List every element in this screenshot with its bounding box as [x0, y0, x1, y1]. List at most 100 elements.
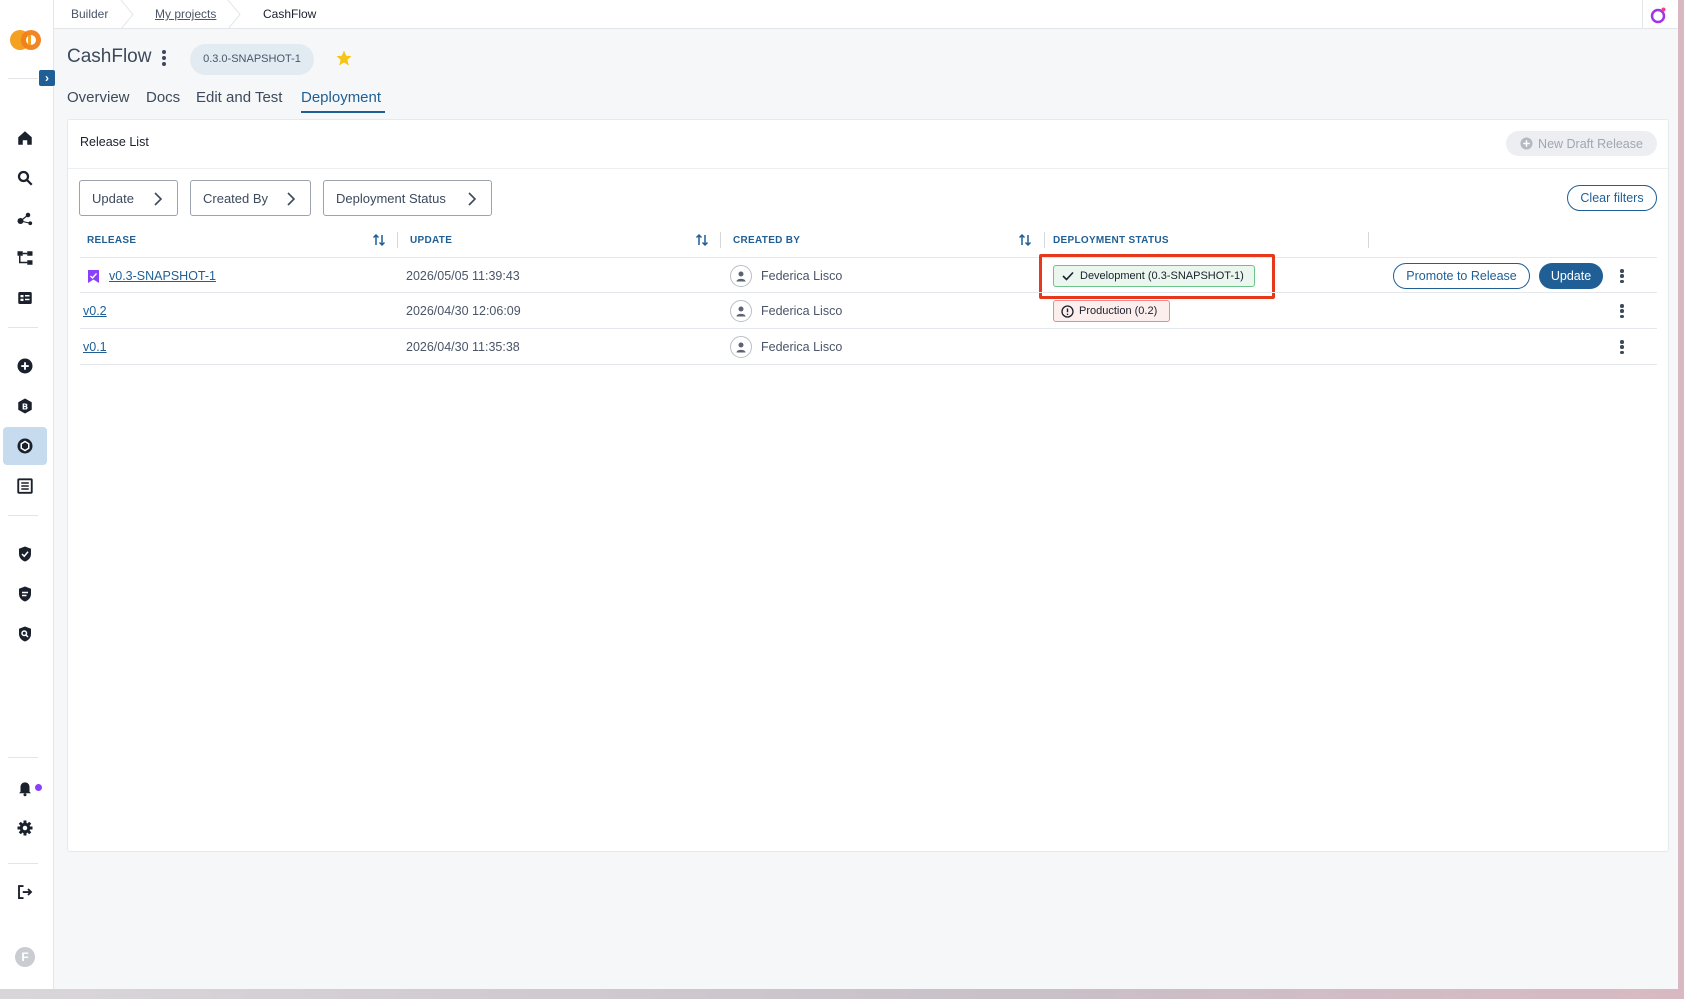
nav-search[interactable] [3, 159, 47, 197]
assistant-button[interactable] [1642, 0, 1672, 29]
update-date: 2026/05/05 11:39:43 [406, 269, 520, 283]
alert-circle-icon [1061, 304, 1074, 318]
user-avatar[interactable]: F [15, 947, 35, 967]
filter-update[interactable]: Update [79, 180, 178, 216]
star-icon[interactable] [335, 49, 353, 67]
column-divider [1368, 232, 1369, 248]
update-date: 2026/04/30 12:06:09 [406, 304, 521, 318]
tab-overview[interactable]: Overview [67, 89, 130, 106]
gear-icon [17, 820, 33, 836]
release-list-card: Release List New Draft Release Update Cr… [67, 119, 1669, 852]
nav-logout[interactable] [3, 873, 47, 911]
sidebar-divider [8, 515, 38, 516]
filter-label: Deployment Status [336, 190, 446, 206]
row-divider [80, 328, 1657, 329]
promote-to-release-button[interactable]: Promote to Release [1393, 263, 1530, 289]
nav-graph[interactable] [3, 199, 47, 237]
release-link[interactable]: v0.1 [83, 340, 107, 354]
card-title: Release List [80, 135, 149, 149]
graph-nodes-icon [17, 212, 33, 226]
b-badge-icon: B [18, 398, 32, 414]
logout-icon [18, 885, 33, 899]
filter-label: Created By [203, 190, 269, 206]
clear-filters-button[interactable]: Clear filters [1567, 185, 1657, 211]
active-tab-indicator [301, 111, 385, 113]
update-button[interactable]: Update [1539, 263, 1603, 289]
shield-check-icon [19, 546, 31, 562]
column-header-created-by[interactable]: CREATED BY [733, 235, 800, 246]
nav-home[interactable] [3, 119, 47, 157]
chevron-right-icon [468, 192, 477, 206]
status-badge-production: Production (0.2) [1053, 300, 1170, 322]
breadcrumb-separator [227, 0, 241, 29]
column-divider [720, 232, 721, 248]
created-by: Federica Lisco [761, 269, 843, 283]
sort-icon[interactable] [1018, 233, 1032, 247]
form-icon [18, 292, 32, 304]
row-menu-icon[interactable] [1620, 304, 1624, 318]
sidebar: › B F [0, 0, 55, 989]
list-icon [17, 478, 33, 494]
version-badge: 0.3.0-SNAPSHOT-1 [190, 44, 314, 75]
draft-bookmark-icon [88, 270, 99, 283]
deploy-hexagon-icon [17, 438, 33, 454]
nav-hierarchy[interactable] [3, 239, 47, 277]
app-window: › B F Builder My projects CashFlow CashF… [0, 0, 1678, 989]
card-divider [68, 168, 1668, 169]
nav-forms[interactable] [3, 279, 47, 317]
svg-text:B: B [22, 401, 28, 411]
user-icon [730, 265, 752, 287]
breadcrumb-builder[interactable]: Builder [71, 0, 108, 29]
new-draft-label: New Draft Release [1538, 136, 1643, 151]
update-date: 2026/04/30 11:35:38 [406, 340, 520, 354]
sidebar-divider [8, 863, 38, 864]
filter-created-by[interactable]: Created By [190, 180, 311, 216]
sidebar-divider [8, 327, 38, 328]
column-header-release[interactable]: RELEASE [87, 235, 136, 246]
row-menu-icon[interactable] [1620, 340, 1624, 354]
sort-icon[interactable] [372, 233, 386, 247]
nav-list[interactable] [3, 467, 47, 505]
plus-circle-icon [1520, 137, 1533, 150]
sidebar-divider [8, 757, 38, 758]
release-link[interactable]: v0.2 [83, 304, 107, 318]
row-divider [80, 292, 1657, 293]
hierarchy-icon [17, 251, 33, 265]
tab-docs[interactable]: Docs [146, 89, 180, 106]
row-menu-icon[interactable] [1620, 269, 1624, 283]
search-icon [17, 170, 33, 186]
nav-b[interactable]: B [3, 387, 47, 425]
breadcrumb-current: CashFlow [263, 7, 317, 21]
nav-settings[interactable] [3, 809, 47, 847]
release-link[interactable]: v0.3-SNAPSHOT-1 [109, 269, 216, 283]
filter-deployment-status[interactable]: Deployment Status [323, 180, 492, 216]
new-draft-release-button[interactable]: New Draft Release [1506, 131, 1657, 156]
shield-doc-icon [19, 586, 31, 602]
nav-audit[interactable] [3, 615, 47, 653]
assistant-icon [1650, 7, 1665, 23]
breadcrumb-my-projects[interactable]: My projects [155, 0, 216, 29]
nav-add[interactable] [3, 347, 47, 385]
project-menu-icon[interactable] [162, 50, 166, 66]
column-header-deployment-status[interactable]: DEPLOYMENT STATUS [1053, 235, 1169, 246]
tab-deployment[interactable]: Deployment [301, 89, 381, 106]
sort-icon[interactable] [695, 233, 709, 247]
chevron-right-icon [154, 192, 163, 206]
nav-security[interactable] [3, 535, 47, 573]
sidebar-divider [8, 78, 38, 79]
breadcrumb-separator [120, 0, 134, 29]
chevron-right-icon [287, 192, 296, 206]
filter-label: Update [92, 190, 134, 206]
column-header-update[interactable]: UPDATE [410, 235, 452, 246]
row-divider [80, 364, 1657, 365]
expand-sidebar-button[interactable]: › [39, 70, 55, 86]
column-divider [1044, 232, 1045, 248]
app-logo[interactable] [9, 28, 43, 52]
tab-edit-and-test[interactable]: Edit and Test [196, 89, 282, 106]
row-divider [80, 257, 1657, 258]
notification-dot [35, 784, 42, 791]
nav-deployments[interactable] [3, 427, 47, 465]
plus-hexagon-icon [17, 358, 33, 374]
nav-policies[interactable] [3, 575, 47, 613]
column-divider [397, 232, 398, 248]
